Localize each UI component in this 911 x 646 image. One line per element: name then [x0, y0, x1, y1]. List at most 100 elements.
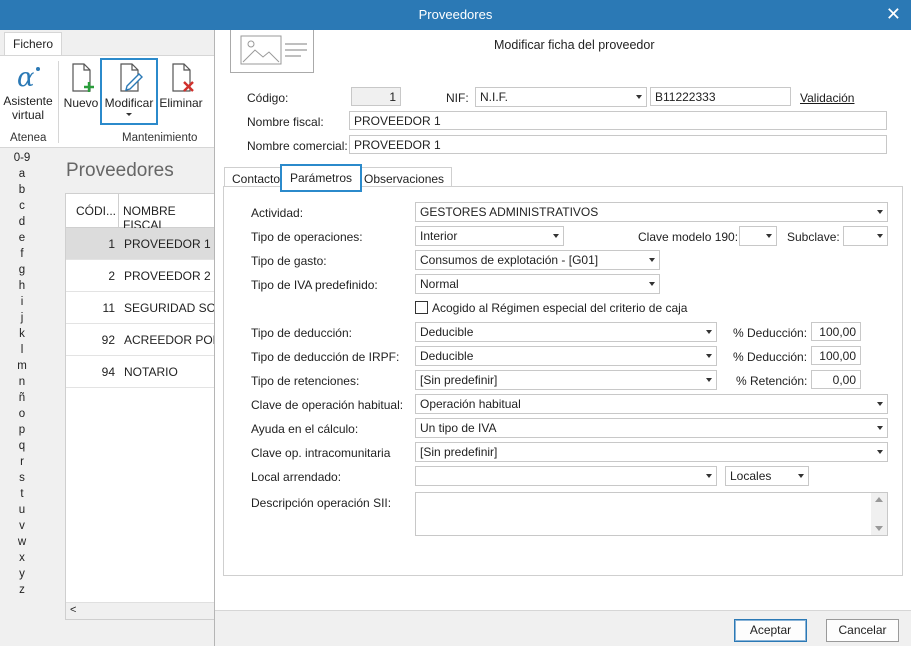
scroll-left-icon[interactable]: < — [70, 604, 76, 616]
pct-deduccion-input[interactable]: 100,00 — [811, 322, 861, 341]
tipo-iva-select[interactable]: Normal — [415, 274, 660, 294]
eliminar-label: Eliminar — [159, 96, 203, 110]
acogido-checkbox[interactable] — [415, 301, 428, 314]
alphabet-letter[interactable]: z — [8, 584, 36, 600]
alphabet-letter[interactable]: 0-9 — [8, 152, 36, 168]
alphabet-letter[interactable]: b — [8, 184, 36, 200]
alphabet-letter[interactable]: r — [8, 456, 36, 472]
pct-deduccion-irpf-input[interactable]: 100,00 — [811, 346, 861, 365]
image-placeholder-icon — [240, 35, 307, 65]
chevron-down-icon — [706, 354, 712, 358]
alphabet-letter[interactable]: ñ — [8, 392, 36, 408]
alphabet-letter[interactable]: a — [8, 168, 36, 184]
column-divider — [118, 194, 119, 228]
nif-input[interactable]: B11222333 — [650, 87, 791, 106]
provider-image-box[interactable] — [230, 30, 314, 73]
asistente-virtual-button[interactable]: α Asistente virtual — [2, 62, 54, 122]
tipo-deduccion-irpf-select[interactable]: Deducible — [415, 346, 717, 366]
local-arrendado-select[interactable] — [415, 466, 717, 486]
nif-type-value: N.I.F. — [480, 90, 509, 104]
clave-intra-select[interactable]: [Sin predefinir] — [415, 442, 888, 462]
nuevo-button[interactable]: Nuevo — [63, 62, 99, 110]
alphabet-letter[interactable]: i — [8, 296, 36, 312]
tipo-deduccion-select[interactable]: Deducible — [415, 322, 717, 342]
ayuda-calculo-select[interactable]: Un tipo de IVA — [415, 418, 888, 438]
locales-button[interactable]: Locales — [725, 466, 809, 486]
nombre-comercial-input[interactable]: PROVEEDOR 1 — [349, 135, 887, 154]
clave-operacion-select[interactable]: Operación habitual — [415, 394, 888, 414]
alphabet-letter[interactable]: f — [8, 248, 36, 264]
alphabet-letter[interactable]: c — [8, 200, 36, 216]
alphabet-letter[interactable]: q — [8, 440, 36, 456]
scroll-up-icon[interactable] — [875, 497, 883, 502]
alphabet-letter[interactable]: t — [8, 488, 36, 504]
alphabet-letter[interactable]: k — [8, 328, 36, 344]
eliminar-button[interactable]: Eliminar — [159, 62, 203, 110]
pct-retencion-input[interactable]: 0,00 — [811, 370, 861, 389]
close-icon[interactable]: ✕ — [886, 4, 901, 24]
window-title-bar: Proveedores ✕ — [0, 0, 911, 30]
chevron-down-icon — [706, 330, 712, 334]
alphabet-letter[interactable]: o — [8, 408, 36, 424]
alphabet-letter[interactable]: h — [8, 280, 36, 296]
alphabet-letter[interactable]: s — [8, 472, 36, 488]
row-name: NOTARIO — [124, 365, 178, 379]
subclave-select[interactable] — [843, 226, 888, 246]
actividad-select[interactable]: GESTORES ADMINISTRATIVOS — [415, 202, 888, 222]
row-code: 2 — [108, 269, 115, 283]
alphabet-letter[interactable]: j — [8, 312, 36, 328]
tipo-retenciones-select[interactable]: [Sin predefinir] — [415, 370, 717, 390]
acogido-label: Acogido al Régimen especial del criterio… — [432, 301, 688, 315]
svg-text:α: α — [17, 63, 35, 92]
nombre-comercial-label: Nombre comercial: — [247, 139, 348, 153]
table-row[interactable]: 2 PROVEEDOR 2 — [66, 260, 216, 292]
delete-document-icon — [172, 63, 194, 92]
validacion-link[interactable]: Validación — [800, 91, 854, 105]
horizontal-scrollbar[interactable]: < — [66, 602, 214, 619]
clave-modelo-select[interactable] — [739, 226, 777, 246]
alphabet-letter[interactable]: l — [8, 344, 36, 360]
tipo-gasto-select[interactable]: Consumos de explotación - [G01] — [415, 250, 660, 270]
subclave-label: Subclave: — [787, 230, 840, 244]
table-row[interactable]: 11 SEGURIDAD SOCI — [66, 292, 216, 324]
alphabet-letter[interactable]: x — [8, 552, 36, 568]
ayuda-calculo-value: Un tipo de IVA — [420, 421, 497, 435]
nombre-fiscal-input[interactable]: PROVEEDOR 1 — [349, 111, 887, 130]
alphabet-letter[interactable]: e — [8, 232, 36, 248]
tipo-iva-label: Tipo de IVA predefinido: — [251, 278, 378, 292]
column-header-code[interactable]: CÓDI... — [76, 204, 116, 218]
actividad-value: GESTORES ADMINISTRATIVOS — [420, 205, 599, 219]
tipo-gasto-label: Tipo de gasto: — [251, 254, 327, 268]
table-row[interactable]: 94 NOTARIO — [66, 356, 216, 388]
descripcion-sii-textarea[interactable] — [415, 492, 888, 536]
alphabet-letter[interactable]: n — [8, 376, 36, 392]
alphabet-letter[interactable]: d — [8, 216, 36, 232]
modificar-button[interactable]: Modificar — [101, 62, 157, 116]
alphabet-letter[interactable]: w — [8, 536, 36, 552]
cancelar-button[interactable]: Cancelar — [826, 619, 899, 642]
codigo-field[interactable]: 1 — [351, 87, 401, 106]
alphabet-letter[interactable]: g — [8, 264, 36, 280]
alphabet-letter[interactable]: u — [8, 504, 36, 520]
pct-deduccion-label: % Deducción: — [733, 326, 808, 340]
alphabet-letter[interactable]: p — [8, 424, 36, 440]
chevron-down-icon — [636, 95, 642, 99]
alphabet-letter[interactable]: y — [8, 568, 36, 584]
alphabet-letter[interactable]: m — [8, 360, 36, 376]
textarea-scrollbar[interactable] — [871, 493, 887, 535]
pct-retencion-label: % Retención: — [736, 374, 808, 388]
tipo-gasto-value: Consumos de explotación - [G01] — [420, 253, 599, 267]
tab-fichero[interactable]: Fichero — [4, 32, 63, 55]
scroll-down-icon[interactable] — [875, 526, 883, 531]
ribbon: α Asistente virtual Atenea Nuevo Modific… — [0, 55, 215, 148]
chevron-down-icon — [706, 474, 712, 478]
tab-parametros[interactable]: Parámetros — [280, 164, 363, 192]
chevron-down-icon — [706, 378, 712, 382]
aceptar-button[interactable]: Aceptar — [734, 619, 807, 642]
alphabet-letter[interactable]: v — [8, 520, 36, 536]
nif-type-select[interactable]: N.I.F. — [475, 87, 647, 107]
table-row[interactable]: 92 ACREEDOR POR A — [66, 324, 216, 356]
tipo-retenciones-label: Tipo de retenciones: — [251, 374, 360, 388]
table-row[interactable]: 1 PROVEEDOR 1 — [66, 228, 216, 260]
tipo-operaciones-select[interactable]: Interior — [415, 226, 564, 246]
